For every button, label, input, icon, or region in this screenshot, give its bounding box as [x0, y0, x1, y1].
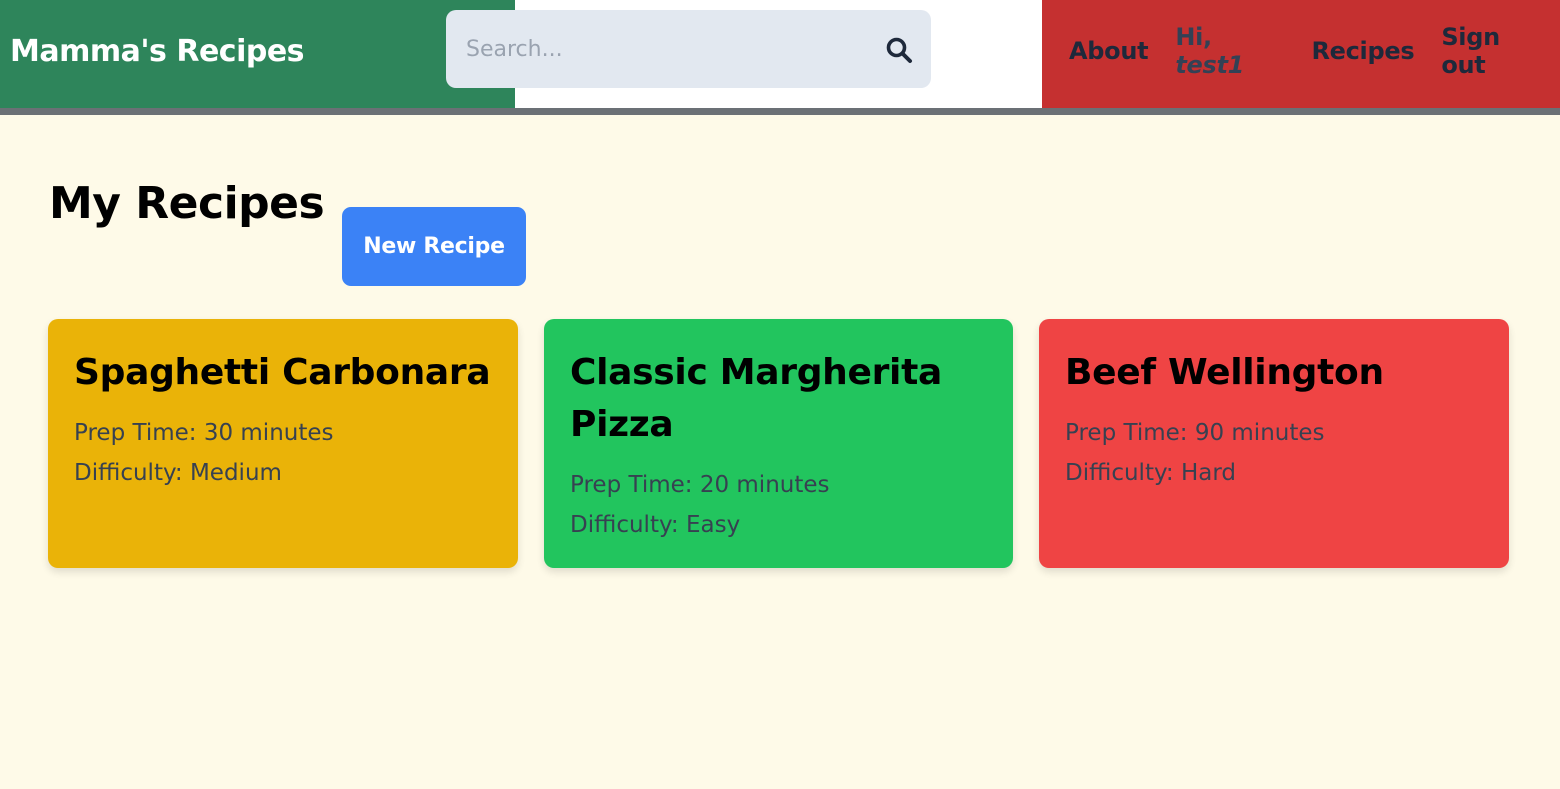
recipe-title: Beef Wellington [1065, 352, 1384, 393]
recipe-title: Classic Margherita Pizza [570, 352, 943, 445]
recipe-difficulty: Difficulty: Easy [570, 512, 741, 538]
brand-logo-link[interactable]: Mamma's Recipes [10, 34, 305, 69]
nav-link-recipes[interactable]: Recipes [1311, 37, 1414, 65]
greeting-username: test1 [1175, 51, 1245, 79]
nav-links: About Hi, test1 Recipes Sign out [1042, 0, 1560, 108]
recipe-prep-time: Prep Time: 30 minutes [74, 420, 334, 446]
recipe-title: Spaghetti Carbonara [74, 352, 491, 393]
recipe-card[interactable]: Classic Margherita Pizza Prep Time: 20 m… [544, 319, 1013, 568]
recipe-prep-time: Prep Time: 20 minutes [570, 472, 830, 498]
new-recipe-button[interactable]: New Recipe [342, 207, 526, 286]
search-icon[interactable] [885, 36, 913, 64]
recipe-prep-time: Prep Time: 90 minutes [1065, 420, 1325, 446]
page-title: My Recipes [49, 178, 325, 229]
nav-link-about[interactable]: About [1069, 37, 1149, 65]
search-box [446, 10, 931, 88]
recipe-card[interactable]: Spaghetti Carbonara Prep Time: 30 minute… [48, 319, 518, 568]
recipe-difficulty: Difficulty: Medium [74, 460, 282, 486]
navbar-bottom-border [0, 108, 1560, 115]
greeting-prefix: Hi, [1175, 23, 1212, 51]
search-input[interactable] [446, 29, 866, 69]
recipe-difficulty: Difficulty: Hard [1065, 460, 1237, 486]
nav-left-section: Mamma's Recipes [0, 0, 515, 108]
user-greeting: Hi, test1 [1175, 23, 1284, 79]
nav-link-sign-out[interactable]: Sign out [1441, 23, 1548, 79]
recipe-card[interactable]: Beef Wellington Prep Time: 90 minutes Di… [1039, 319, 1509, 568]
